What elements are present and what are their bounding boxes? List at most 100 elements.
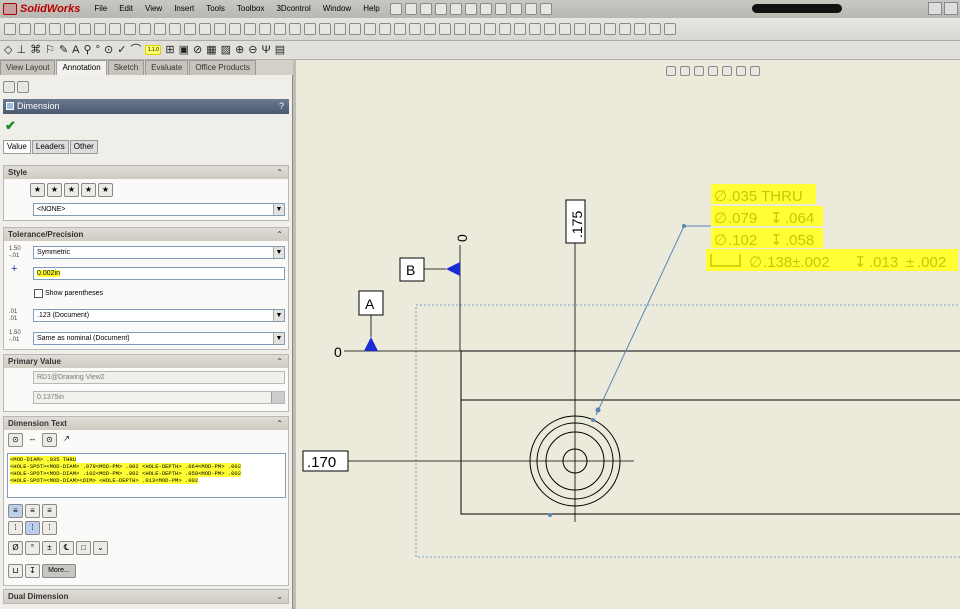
new-document-icon[interactable] bbox=[404, 3, 417, 15]
print-icon[interactable] bbox=[449, 3, 462, 15]
app-logo[interactable]: SolidWorks bbox=[0, 0, 88, 18]
centermark-icon[interactable]: ⊕ bbox=[235, 44, 244, 56]
datum-b-label[interactable]: B bbox=[406, 262, 415, 278]
model-items-icon[interactable]: ⌘ bbox=[30, 44, 41, 56]
save-icon[interactable] bbox=[434, 3, 447, 15]
delete-style-icon[interactable]: ★ bbox=[64, 183, 79, 197]
hole-callout-leader[interactable] bbox=[595, 225, 685, 416]
style-select[interactable]: <NONE> ▼ bbox=[33, 203, 285, 216]
counterbore-symbol-icon[interactable]: ⊔ bbox=[8, 564, 23, 578]
more-button[interactable]: More... bbox=[42, 564, 76, 578]
drawing-canvas[interactable]: .175 .170 0 A 0 B ∅ .035 THRU ∅ .079 ↧ .… bbox=[296, 60, 960, 609]
layout-2-icon[interactable] bbox=[199, 23, 211, 35]
subtab-other[interactable]: Other bbox=[69, 140, 98, 154]
tool-4-icon[interactable] bbox=[379, 23, 391, 35]
tool-6-icon[interactable] bbox=[409, 23, 421, 35]
degree-symbol-icon[interactable]: ° bbox=[25, 541, 40, 555]
save-style-icon[interactable]: ★ bbox=[81, 183, 96, 197]
area-hatch-icon[interactable]: ▨ bbox=[221, 44, 231, 56]
menu-file[interactable]: File bbox=[88, 0, 113, 18]
plus-tolerance-input[interactable]: 0.002in bbox=[33, 267, 285, 280]
dimension-text-header[interactable]: Dimension Text ⌃ bbox=[4, 417, 288, 430]
sketch-line-icon[interactable] bbox=[34, 23, 46, 35]
rebuild-icon[interactable] bbox=[524, 3, 537, 15]
layout-9-icon[interactable] bbox=[304, 23, 316, 35]
block-icon[interactable]: ▦ bbox=[206, 44, 216, 56]
tool-2-icon[interactable] bbox=[349, 23, 361, 35]
view-2-icon[interactable] bbox=[109, 23, 121, 35]
tool-15-icon[interactable] bbox=[559, 23, 571, 35]
centerline-icon[interactable]: ⊖ bbox=[248, 44, 257, 56]
justify-left-icon[interactable]: ≡ bbox=[8, 504, 23, 518]
layout-7-icon[interactable] bbox=[274, 23, 286, 35]
diameter-symbol-icon[interactable]: Ø bbox=[8, 541, 23, 555]
tab-annotation[interactable]: Annotation bbox=[56, 60, 107, 75]
spinner-icon[interactable] bbox=[271, 392, 284, 403]
view-3-icon[interactable] bbox=[124, 23, 136, 35]
tool-3-icon[interactable] bbox=[364, 23, 376, 35]
dimension-icon[interactable]: ⊥ bbox=[16, 44, 26, 56]
primary-value-header[interactable]: Primary Value ⌃ bbox=[4, 355, 288, 368]
sketch-circle-icon[interactable] bbox=[64, 23, 76, 35]
layout-1-icon[interactable] bbox=[184, 23, 196, 35]
layout-5-icon[interactable] bbox=[244, 23, 256, 35]
apply-style-icon[interactable]: ★ bbox=[30, 183, 45, 197]
tool-9-icon[interactable] bbox=[454, 23, 466, 35]
smart-dimension-icon[interactable]: ◇ bbox=[4, 44, 12, 56]
tab-office-products[interactable]: Office Products bbox=[189, 60, 256, 75]
layout-3-icon[interactable] bbox=[214, 23, 226, 35]
dim-170-text[interactable]: .170 bbox=[307, 454, 336, 471]
subtab-leaders[interactable]: Leaders bbox=[31, 140, 69, 154]
feature-manager-icon[interactable] bbox=[3, 81, 15, 93]
view-1-icon[interactable] bbox=[94, 23, 106, 35]
view-5-icon[interactable] bbox=[154, 23, 166, 35]
sketch-point-icon[interactable] bbox=[79, 23, 91, 35]
tool-5-icon[interactable] bbox=[394, 23, 406, 35]
paste-icon[interactable] bbox=[509, 3, 522, 15]
help-button[interactable]: ? bbox=[279, 99, 284, 114]
spell-icon[interactable]: ✎ bbox=[59, 44, 68, 56]
menu-3dcontrol[interactable]: 3Dcontrol bbox=[270, 0, 316, 18]
restore-button[interactable] bbox=[928, 2, 942, 15]
show-parentheses-checkbox[interactable] bbox=[34, 289, 43, 298]
hole-callout-icon[interactable]: 1.1.0 bbox=[145, 45, 162, 55]
plus-minus-symbol-icon[interactable]: ± bbox=[42, 541, 57, 555]
add-parentheses-icon[interactable]: ⊙ bbox=[8, 433, 23, 447]
tab-sketch[interactable]: Sketch bbox=[107, 60, 145, 75]
tool-19-icon[interactable] bbox=[634, 23, 646, 35]
primary-value-field[interactable]: 0.1375in bbox=[33, 391, 285, 404]
datum-target-icon[interactable]: ⊘ bbox=[193, 44, 202, 56]
menu-window[interactable]: Window bbox=[317, 0, 357, 18]
datum-feature-icon[interactable]: ▣ bbox=[179, 44, 189, 56]
sum-icon[interactable] bbox=[574, 23, 586, 35]
tool-1-icon[interactable] bbox=[334, 23, 346, 35]
undo-icon[interactable] bbox=[464, 3, 477, 15]
table-icon[interactable]: ▤ bbox=[275, 44, 285, 56]
square-symbol-icon[interactable]: □ bbox=[76, 541, 91, 555]
view-boundary[interactable] bbox=[415, 304, 960, 558]
tool-12-icon[interactable] bbox=[514, 23, 526, 35]
sketch-arc-icon[interactable] bbox=[49, 23, 61, 35]
tab-view-layout[interactable]: View Layout bbox=[0, 60, 56, 75]
pin-icon[interactable] bbox=[389, 3, 402, 15]
load-style-icon[interactable]: ★ bbox=[98, 183, 113, 197]
collapse-icon[interactable]: ⌃ bbox=[276, 417, 283, 430]
dim-175-text[interactable]: .175 bbox=[569, 211, 585, 238]
view-4-icon[interactable] bbox=[139, 23, 151, 35]
justify-right-icon[interactable]: ≡ bbox=[42, 504, 57, 518]
tool-7-icon[interactable] bbox=[424, 23, 436, 35]
tool-18-icon[interactable] bbox=[619, 23, 631, 35]
view-6-icon[interactable] bbox=[169, 23, 181, 35]
tool-11-icon[interactable] bbox=[499, 23, 511, 35]
menu-edit[interactable]: Edit bbox=[113, 0, 139, 18]
offset-text-icon[interactable]: ↗ bbox=[59, 433, 74, 447]
inspection-dimension-icon[interactable]: ⊙ bbox=[42, 433, 57, 447]
zoom-to-fit-icon[interactable] bbox=[19, 23, 31, 35]
layout-4-icon[interactable] bbox=[229, 23, 241, 35]
menu-insert[interactable]: Insert bbox=[168, 0, 200, 18]
tolerance-precision-select[interactable]: Same as nominal (Document) ▼ bbox=[33, 332, 285, 345]
align-middle-icon[interactable]: ⁞ bbox=[25, 521, 40, 535]
menu-help[interactable]: Help bbox=[357, 0, 385, 18]
dual-dimension-header[interactable]: Dual Dimension ⌄ bbox=[4, 590, 288, 603]
open-folder-icon[interactable] bbox=[419, 3, 432, 15]
